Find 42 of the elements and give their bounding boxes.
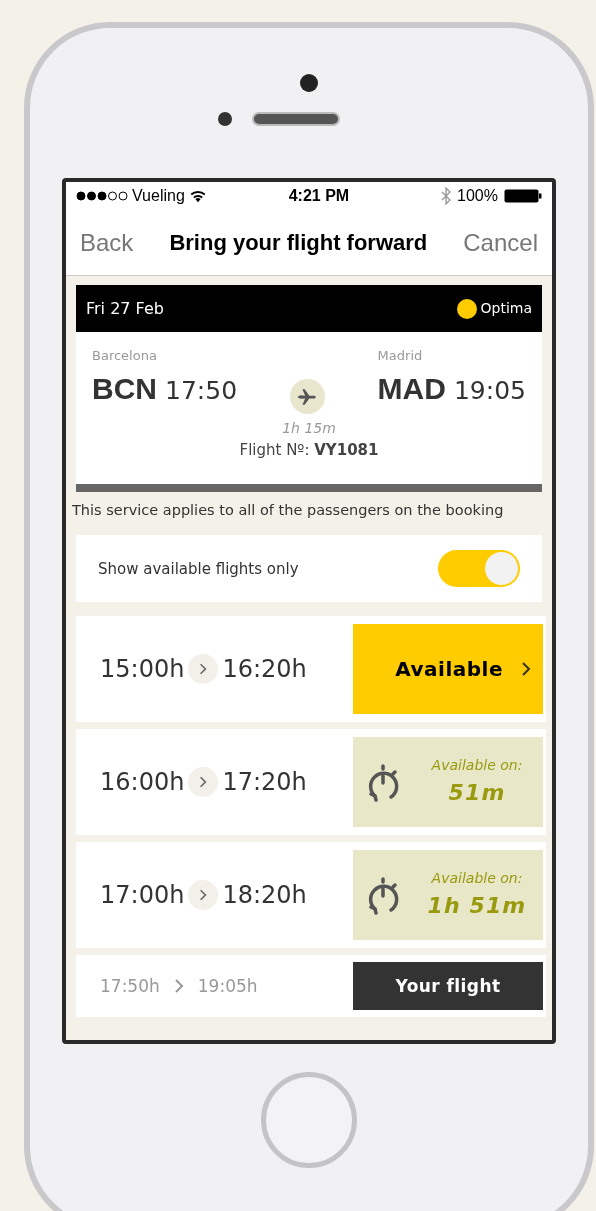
availability-label: Available on:	[431, 756, 523, 776]
toggle-switch[interactable]	[438, 550, 520, 588]
destination-city: Madrid	[377, 347, 424, 365]
destination-code: MAD	[377, 370, 446, 407]
cancel-button[interactable]: Cancel	[463, 224, 538, 261]
signal-strength-icon	[76, 191, 128, 201]
chevron-icon	[173, 978, 184, 995]
departure-time: 16:00h	[100, 767, 185, 799]
camera-icon	[300, 74, 318, 92]
notice-text: This service applies to all of the passengers on the booking	[72, 500, 505, 520]
battery-icon	[504, 189, 542, 203]
destination-time: 19:05	[453, 374, 526, 407]
wifi-icon	[188, 189, 207, 203]
sensor-icon	[218, 112, 232, 126]
flight-date: Fri 27 Feb	[86, 297, 164, 320]
departure-time: 15:00h	[100, 654, 185, 686]
arrival-time: 17:20h	[222, 767, 307, 799]
plane-icon	[289, 379, 325, 414]
back-button[interactable]: Back	[80, 224, 134, 261]
arrival-time: 19:05h	[197, 974, 258, 998]
filter-label: Show available flights only	[98, 558, 299, 580]
your-flight-label: Your flight	[353, 962, 543, 1011]
flight-number: Flight Nº: VY1081	[239, 440, 379, 461]
arrival-time: 16:20h	[222, 654, 307, 686]
carrier-name: Vueling	[132, 186, 185, 206]
arrival-time: 18:20h	[222, 880, 307, 912]
origin-code: BCN	[92, 370, 157, 407]
battery-percentage: 100%	[457, 186, 498, 206]
origin-time: 17:50	[165, 374, 238, 407]
available-button[interactable]: Available	[353, 624, 543, 715]
availability-wait: 51m	[448, 779, 506, 808]
status-time: 4:21 PM	[288, 186, 350, 206]
availability-label: Available on:	[431, 869, 523, 889]
departure-time: 17:50h	[100, 974, 160, 998]
availability-wait: 1h 51m	[427, 892, 527, 921]
fare-name: Optima	[480, 299, 532, 318]
flight-duration: 1h 15m	[282, 419, 336, 438]
origin-city: Barcelona	[92, 347, 158, 365]
screen-title: Bring your flight forward	[169, 229, 428, 257]
speaker-grille-icon	[252, 112, 340, 126]
departure-time: 17:00h	[100, 880, 185, 912]
bluetooth-icon	[441, 187, 452, 205]
